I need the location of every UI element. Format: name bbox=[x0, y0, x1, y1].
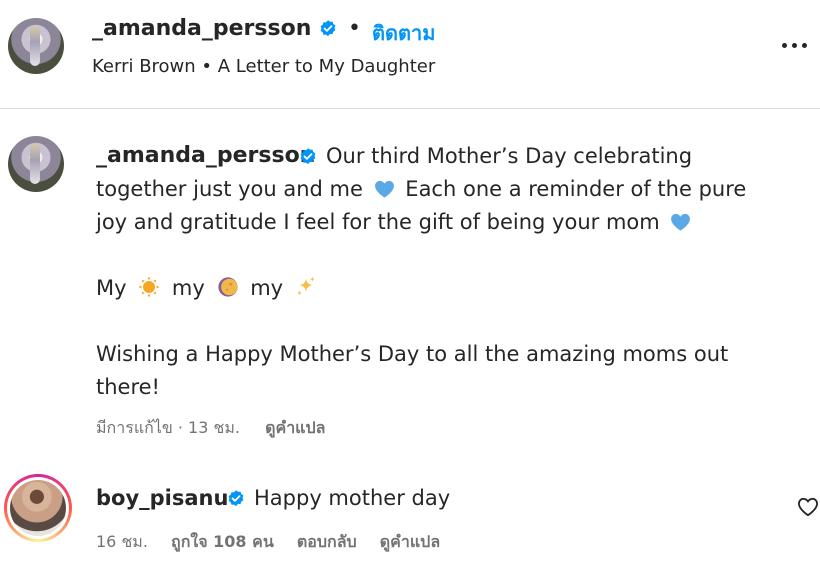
comment-username[interactable]: boy_pisanu bbox=[96, 486, 228, 510]
caption-username[interactable]: _amanda_persson bbox=[96, 143, 315, 168]
blue-heart-emoji-icon bbox=[671, 213, 691, 231]
caption-translate-link[interactable]: ดูคำแปล bbox=[265, 418, 325, 437]
post-header: _amanda_persson • ติดตาม Kerri Brown • A… bbox=[0, 0, 820, 108]
caption-line-5: Wishing a Happy Mother’s Day to all the … bbox=[96, 342, 729, 366]
caption-my-1: My bbox=[96, 276, 127, 300]
verified-badge-icon bbox=[300, 148, 316, 165]
comment-time: 16 ชม. bbox=[96, 532, 148, 551]
blue-heart-emoji-icon bbox=[374, 180, 394, 198]
caption-author-avatar[interactable] bbox=[8, 136, 64, 192]
commenter-avatar[interactable] bbox=[4, 474, 72, 542]
moon-emoji-icon bbox=[217, 277, 238, 297]
caption-meta: มีการแก้ไข · 13 ชม. ดูคำแปล bbox=[96, 416, 325, 441]
follow-button[interactable]: ติดตาม bbox=[372, 17, 435, 49]
caption-my-2: my bbox=[171, 276, 205, 300]
commenter-avatar-inner bbox=[7, 477, 69, 539]
caption-line-2-text: together just you and me bbox=[96, 177, 363, 201]
author-avatar[interactable] bbox=[8, 18, 64, 74]
verified-badge-icon bbox=[320, 20, 336, 37]
sun-emoji-icon bbox=[138, 276, 160, 298]
audio-attribution[interactable]: Kerri Brown • A Letter to My Daughter bbox=[92, 56, 435, 77]
comment-reply-button[interactable]: ตอบกลับ bbox=[297, 532, 357, 551]
caption-line-3: joy and gratitude I feel for the gift of… bbox=[96, 206, 695, 239]
verified-badge-icon bbox=[228, 490, 244, 507]
comment-translate-link[interactable]: ดูคำแปล bbox=[380, 532, 440, 551]
caption-line-3-text: joy and gratitude I feel for the gift of… bbox=[96, 210, 660, 234]
separator-dot: • bbox=[348, 16, 361, 41]
comment-meta: 16 ชม. ถูกใจ 108 คน ตอบกลับ ดูคำแปล bbox=[96, 530, 440, 555]
caption-line-6: there! bbox=[96, 375, 160, 399]
caption-line-1: Our third Mother’s Day celebrating bbox=[326, 144, 693, 168]
more-options-icon[interactable] bbox=[780, 38, 810, 54]
comment-likes-link[interactable]: ถูกใจ 108 คน bbox=[171, 532, 274, 551]
caption-line-2: together just you and me Each one a remi… bbox=[96, 173, 746, 206]
sparkles-emoji-icon bbox=[297, 276, 315, 296]
caption-edited-time: มีการแก้ไข · 13 ชม. bbox=[96, 418, 240, 437]
caption-line-2b-text: Each one a reminder of the pure bbox=[405, 177, 747, 201]
heart-outline-icon[interactable] bbox=[797, 497, 819, 517]
caption-my-3: my bbox=[250, 276, 284, 300]
header-divider bbox=[0, 108, 820, 109]
comment-text: Happy mother day bbox=[254, 486, 451, 510]
commenter-photo bbox=[10, 480, 66, 536]
caption-line-4: My my my bbox=[96, 272, 322, 305]
author-username[interactable]: _amanda_persson bbox=[92, 16, 311, 41]
